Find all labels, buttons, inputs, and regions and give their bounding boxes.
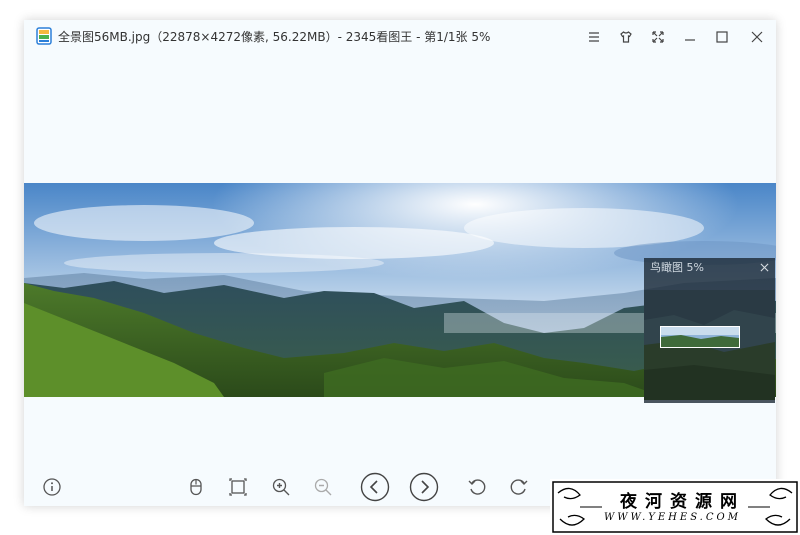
- watermark-overlay: 夜河资源网 WWW.YEHES.COM: [550, 479, 800, 535]
- rotate-cw-icon: [510, 479, 528, 495]
- rotate-left-button[interactable]: [464, 474, 490, 500]
- fit-screen-button[interactable]: [225, 474, 251, 500]
- zoom-in-icon: [272, 478, 290, 496]
- zoom-in-button[interactable]: [268, 474, 294, 500]
- window-title: 全景图56MB.jpg（22878×4272像素, 56.22MB）- 2345…: [58, 30, 491, 44]
- minimize-button[interactable]: [679, 26, 701, 48]
- app-logo-icon: [36, 27, 52, 45]
- hamburger-menu-icon: [589, 32, 599, 42]
- prev-image-button[interactable]: [359, 471, 391, 503]
- skin-button[interactable]: [615, 26, 637, 48]
- birdseye-header: 鸟瞰图 5%: [644, 258, 775, 278]
- image-viewer-window: 全景图56MB.jpg（22878×4272像素, 56.22MB）- 2345…: [24, 20, 776, 506]
- birdseye-panel[interactable]: 鸟瞰图 5%: [644, 258, 775, 403]
- menu-button[interactable]: [583, 26, 605, 48]
- expand-arrows-icon: [652, 31, 664, 43]
- info-icon: [43, 478, 61, 496]
- birdseye-viewport-frame[interactable]: [660, 326, 740, 348]
- maximize-button[interactable]: [711, 26, 733, 48]
- zoom-out-icon: [314, 478, 332, 496]
- birdseye-frame-preview: [661, 327, 739, 347]
- shirt-icon: [620, 31, 632, 43]
- chevron-right-icon: [409, 472, 439, 502]
- fullscreen-button[interactable]: [647, 26, 669, 48]
- watermark-url: WWW.YEHES.COM: [604, 512, 741, 523]
- info-button[interactable]: [39, 474, 65, 500]
- chevron-left-icon: [360, 472, 390, 502]
- watermark-text: 夜河资源网: [620, 492, 745, 512]
- title-bar: 全景图56MB.jpg（22878×4272像素, 56.22MB）- 2345…: [24, 20, 776, 52]
- minimize-icon: [685, 39, 695, 41]
- close-button[interactable]: [746, 26, 768, 48]
- birdseye-label: 鸟瞰图 5%: [650, 261, 704, 274]
- mouse-mode-button[interactable]: [183, 474, 209, 500]
- zoom-out-button[interactable]: [310, 474, 336, 500]
- maximize-icon: [716, 31, 728, 43]
- rotate-right-button[interactable]: [506, 474, 532, 500]
- mouse-icon: [190, 478, 202, 496]
- close-icon: [751, 31, 763, 43]
- close-icon: [760, 263, 768, 271]
- next-image-button[interactable]: [408, 471, 440, 503]
- rotate-ccw-icon: [468, 479, 486, 495]
- birdseye-close-button[interactable]: [757, 260, 771, 274]
- fit-frame-icon: [229, 478, 247, 496]
